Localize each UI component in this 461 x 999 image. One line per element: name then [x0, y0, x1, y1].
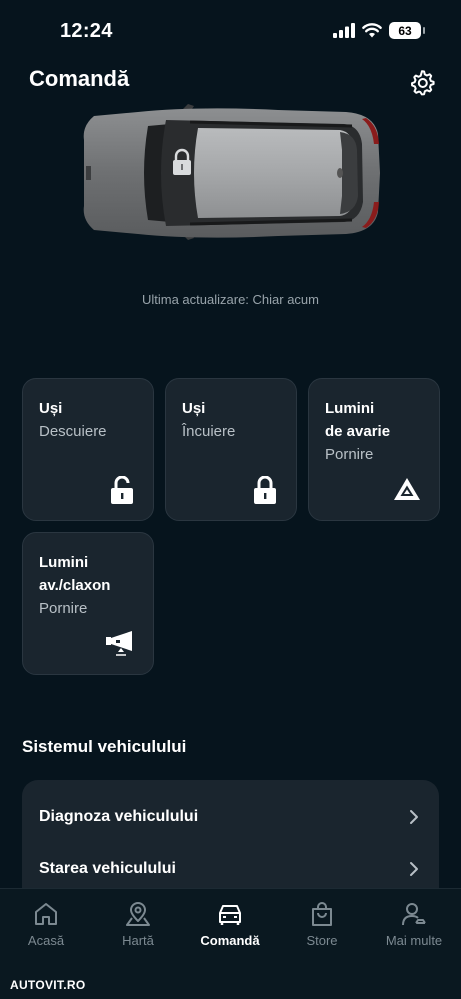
- card-title-line1: Lumini: [325, 400, 375, 417]
- menu-label: Diagnoza vehiculului: [39, 808, 199, 825]
- hazard-lights-button[interactable]: Lumini de avarie Pornire: [308, 378, 440, 521]
- card-title: Uși: [39, 400, 63, 417]
- card-title-line1: Lumini: [39, 554, 89, 571]
- card-title-line2: av./claxon: [39, 577, 111, 594]
- status-time: 12:24: [60, 20, 113, 42]
- nav-home[interactable]: Acasă: [0, 901, 92, 948]
- nav-command[interactable]: Comandă: [184, 901, 276, 948]
- chevron-right-icon: [410, 862, 418, 876]
- card-subtitle: Pornire: [325, 446, 374, 463]
- person-icon: [402, 903, 426, 926]
- page-title: Comandă: [29, 66, 130, 91]
- status-bar: 12:24 63: [0, 0, 461, 60]
- cellular-signal-icon: [333, 23, 355, 38]
- vehicle-top-view-image: [83, 104, 380, 240]
- chevron-right-icon: [410, 810, 418, 824]
- section-title: Sistemul vehiculului: [22, 737, 187, 756]
- hazard-icon: [394, 478, 420, 500]
- lights-horn-button[interactable]: Lumini av./claxon Pornire: [22, 532, 154, 675]
- last-update-text: Ultima actualizare: Chiar acum: [141, 292, 319, 307]
- vehicle-status-row[interactable]: Starea vehiculului: [22, 844, 439, 894]
- home-icon: [35, 903, 57, 925]
- nav-label: Store: [306, 933, 338, 948]
- menu-label: Starea vehiculului: [39, 860, 176, 877]
- nav-label: Mai multe: [385, 933, 443, 948]
- status-icons: 63: [333, 22, 425, 39]
- nav-more[interactable]: Mai multe: [368, 901, 460, 948]
- lock-doors-button[interactable]: Uși Încuiere: [165, 378, 297, 521]
- nav-label: Hartă: [122, 933, 154, 948]
- nav-store[interactable]: Store: [276, 901, 368, 948]
- watermark-text: AUTOVIT.RO: [10, 978, 86, 992]
- shopping-bag-icon: [312, 902, 332, 926]
- battery-indicator: 63: [389, 22, 425, 39]
- wifi-icon: [362, 23, 382, 38]
- map-pin-icon: [126, 902, 150, 926]
- gear-icon[interactable]: [408, 68, 436, 96]
- card-subtitle: Pornire: [39, 600, 88, 617]
- unlock-doors-button[interactable]: Uși Descuiere: [22, 378, 154, 521]
- lock-icon: [254, 476, 276, 504]
- nav-label: Acasă: [27, 933, 65, 948]
- card-title: Uși: [182, 400, 206, 417]
- card-subtitle: Descuiere: [39, 423, 107, 440]
- card-title-line2: de avarie: [325, 423, 391, 440]
- vehicle-diagnostics-row[interactable]: Diagnoza vehiculului: [22, 792, 439, 842]
- car-icon: [219, 905, 241, 925]
- unlock-icon: [111, 476, 133, 504]
- nav-label: Comandă: [200, 933, 260, 948]
- horn-icon: [106, 631, 132, 656]
- nav-map[interactable]: Hartă: [92, 901, 184, 948]
- card-subtitle: Încuiere: [182, 423, 236, 440]
